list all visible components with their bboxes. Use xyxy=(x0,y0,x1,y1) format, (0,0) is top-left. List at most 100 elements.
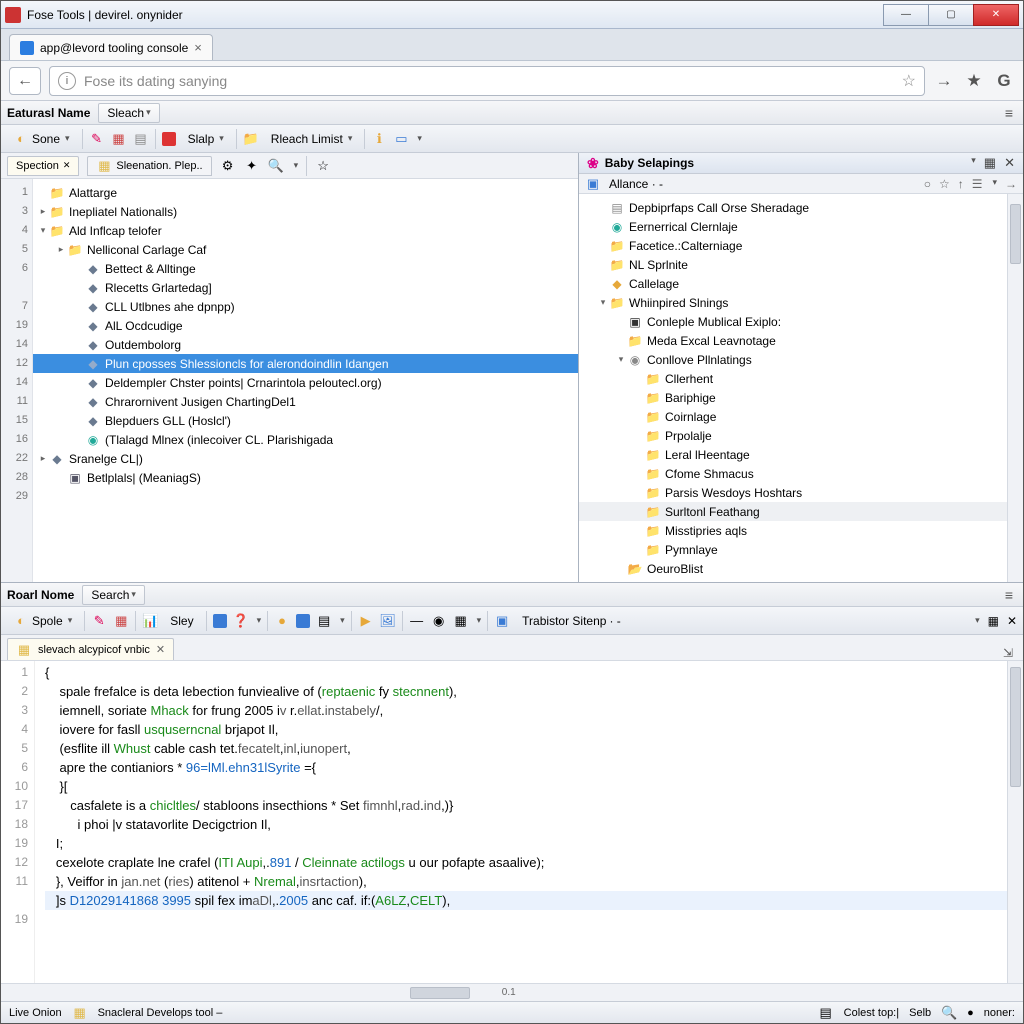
tb2-chart-icon[interactable]: 📊 xyxy=(142,613,158,629)
tree-item[interactable]: ◆Deldempler Chster points| Crnarintola p… xyxy=(33,373,578,392)
tb2-blue-icon[interactable] xyxy=(213,614,227,628)
tree-item[interactable]: ▣Betlplals| (MeaniagS) xyxy=(33,468,578,487)
r-star-icon[interactable]: ☆ xyxy=(939,177,950,191)
tree-item[interactable]: ▤Depbiprfaps Call Orse Sheradage xyxy=(579,198,1007,217)
tree-item[interactable]: 📁NL Sprlnite xyxy=(579,255,1007,274)
forward-icon[interactable]: → xyxy=(933,71,955,91)
tree-item[interactable]: ▸📁Inepliatel Nationalls) xyxy=(33,202,578,221)
tree-item[interactable]: 📁Pymnlaye xyxy=(579,540,1007,559)
star-icon[interactable]: ☆ xyxy=(315,158,331,174)
status-live[interactable]: Live Onion xyxy=(9,1007,62,1019)
minimize-button[interactable]: — xyxy=(883,4,929,26)
info-icon[interactable]: ℹ xyxy=(371,131,387,147)
left-tab-2[interactable]: ▦Sleenation. Plep.. xyxy=(87,156,211,176)
panel1-menu-icon[interactable]: ≡ xyxy=(1001,105,1017,121)
red-icon[interactable] xyxy=(162,132,176,146)
tree-item[interactable]: 📁Alattarge xyxy=(33,183,578,202)
folder-icon[interactable]: 📁 xyxy=(243,131,259,147)
left-tree[interactable]: 📁Alattarge▸📁Inepliatel Nationalls)▾📁Ald … xyxy=(33,179,578,582)
tree-item[interactable]: ◆Blepduers GLL (Hoslcl') xyxy=(33,411,578,430)
tree-item[interactable]: ◆Outdembolorg xyxy=(33,335,578,354)
tree-item[interactable]: ◆Plun cposses Shlessioncls for alerondoi… xyxy=(33,354,578,373)
right-dd-icon[interactable]: ▾ xyxy=(971,155,976,171)
grid-icon[interactable]: ▦ xyxy=(984,155,996,171)
code-editor[interactable]: 12345610171819121119 { spale frefalce is… xyxy=(1,661,1023,983)
tb2-close-icon[interactable]: ✕ xyxy=(1007,614,1017,628)
code-tab[interactable]: ▦ slevach alcypicof vnbic ✕ xyxy=(7,638,174,660)
tree-item[interactable]: 📁Coirnlage xyxy=(579,407,1007,426)
tree-item[interactable]: 📂OeuroBlist xyxy=(579,559,1007,578)
site-info-icon[interactable]: i xyxy=(58,72,76,90)
tb2-trabistor[interactable]: Trabistor Sitenp · - xyxy=(516,610,627,632)
tb1-rleach[interactable]: Rleach Limist▾ xyxy=(265,128,359,150)
cal-icon[interactable]: ▦ xyxy=(111,131,127,147)
left-tab-1[interactable]: Spection ✕ xyxy=(7,156,79,176)
tab-close-icon[interactable]: × xyxy=(194,40,202,55)
tree-item[interactable]: ◆Rlecetts Grlartedag] xyxy=(33,278,578,297)
tb2-grid-icon[interactable]: ▦ xyxy=(453,613,469,629)
spark-icon[interactable]: ✦ xyxy=(244,158,260,174)
tree-item[interactable]: ◆Callelage xyxy=(579,274,1007,293)
wrench-icon[interactable]: ⚙ xyxy=(220,158,236,174)
tb2-grid2-icon[interactable]: ▦ xyxy=(988,614,999,628)
code-vscroll[interactable] xyxy=(1007,661,1023,983)
profile-icon[interactable]: G xyxy=(993,71,1015,91)
tree-item[interactable]: 📁Cllerhent xyxy=(579,369,1007,388)
panel2-search-button[interactable]: Search▾ xyxy=(82,585,145,605)
tb2-cal-icon[interactable]: ▦ xyxy=(113,613,129,629)
tb1-slalp[interactable]: Slalp▾ xyxy=(182,128,230,150)
panel1-search-button[interactable]: Sleach▾ xyxy=(98,103,159,123)
tree-item[interactable]: ▸◆Sranelge CL|) xyxy=(33,449,578,468)
tb2-wand-icon[interactable]: ✎ xyxy=(91,613,107,629)
status-tool[interactable]: Snacleral Develops tool – xyxy=(98,1007,223,1019)
tree-item[interactable]: 📁Bariphige xyxy=(579,388,1007,407)
r-up-icon[interactable]: ↑ xyxy=(958,177,964,191)
tb2-help-icon[interactable]: ❓ xyxy=(233,613,249,629)
tree-item[interactable]: 📁Parsis Wesdoys Hoshtars xyxy=(579,483,1007,502)
url-field[interactable]: i Fose its dating sanying ☆ xyxy=(49,66,925,96)
tb2-sley[interactable]: Sley xyxy=(164,610,199,632)
tb2-menu[interactable]: ◐Spole▾ xyxy=(7,610,78,632)
r-fwd-icon[interactable]: → xyxy=(1005,177,1017,191)
search-icon[interactable]: 🔍 xyxy=(268,158,284,174)
doc-icon[interactable]: ▤ xyxy=(133,131,149,147)
code-hscroll[interactable]: 0.1 xyxy=(1,983,1023,1001)
close-button[interactable]: ✕ xyxy=(973,4,1019,26)
tree-item[interactable]: ▾📁Whiinpired Slnings xyxy=(579,293,1007,312)
tb2-b2-icon[interactable] xyxy=(296,614,310,628)
r-search-icon[interactable]: ○ xyxy=(924,177,931,191)
tree-item[interactable]: ◆CLL Utlbnes ahe dpnpp) xyxy=(33,297,578,316)
tree-item[interactable]: ◆AlL Ocdcudige xyxy=(33,316,578,335)
card-icon[interactable]: ▭ xyxy=(393,131,409,147)
bookmark-star-icon[interactable]: ☆ xyxy=(902,71,916,91)
tree-item[interactable]: ◉(Tlalagd Mlnex (inlecoiver CL. Plarishi… xyxy=(33,430,578,449)
tree-item[interactable]: ◆Chrarornivent Jusigen ChartingDel1 xyxy=(33,392,578,411)
tb2-play-icon[interactable]: ▶ xyxy=(358,613,374,629)
wand-icon[interactable]: ✎ xyxy=(89,131,105,147)
tree-item[interactable]: 📁Prpolalje xyxy=(579,426,1007,445)
maximize-button[interactable]: ▢ xyxy=(928,4,974,26)
tree-item[interactable]: 📁Leral lHeentage xyxy=(579,445,1007,464)
r-list-icon[interactable]: ☰ xyxy=(972,177,983,191)
tree-item[interactable]: ◉Eernerrical Clernlaje xyxy=(579,217,1007,236)
tb2-warn-icon[interactable]: ● xyxy=(274,613,290,629)
tree-item[interactable]: 📁Misstipries aqls xyxy=(579,521,1007,540)
tree-item[interactable]: 📁Surltonl Feathang xyxy=(579,502,1007,521)
tree-item[interactable]: 📁Facetice.:Calterniage xyxy=(579,236,1007,255)
tree-item[interactable]: ▾📁Ald Inflcap telofer xyxy=(33,221,578,240)
browser-tab[interactable]: app@levord tooling console × xyxy=(9,34,213,60)
bookmarks-icon[interactable]: ★ xyxy=(963,71,985,91)
tb2-chrome-icon[interactable]: ◉ xyxy=(431,613,447,629)
tree-item[interactable]: ▾◉Conllove Pllnlatings xyxy=(579,350,1007,369)
panel2-menu-icon[interactable]: ≡ xyxy=(1001,587,1017,603)
tree-item[interactable]: 📁Cfome Shmacus xyxy=(579,464,1007,483)
code-body[interactable]: { spale frefalce is deta lebection funvi… xyxy=(35,661,1007,983)
code-expand-icon[interactable]: ⇲ xyxy=(999,646,1017,660)
close-pane-icon[interactable]: ✕ xyxy=(1004,155,1015,171)
right-vscroll[interactable] xyxy=(1007,194,1023,582)
tb2-minus-icon[interactable]: — xyxy=(409,613,425,629)
tb2-img-icon[interactable]: 🖼 xyxy=(380,613,396,629)
tree-item[interactable]: 📁Meda Excal Leavnotage xyxy=(579,331,1007,350)
right-tree[interactable]: ▤Depbiprfaps Call Orse Sheradage◉Eernerr… xyxy=(579,194,1007,582)
crumb-text[interactable]: Allance · - xyxy=(609,177,663,191)
